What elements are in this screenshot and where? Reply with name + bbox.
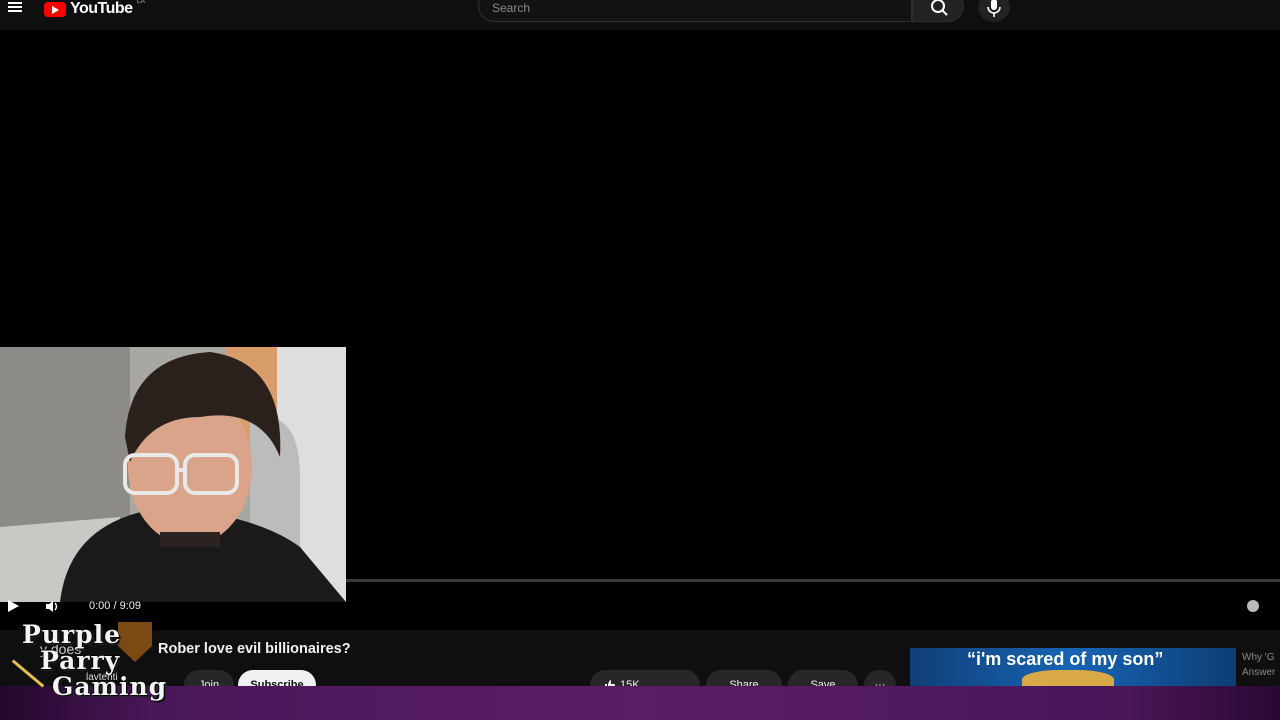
settings-icon[interactable]	[1247, 600, 1259, 612]
channel-handle: lavtenti	[86, 672, 118, 683]
recommended-video-title[interactable]: Why 'G Answer	[1242, 650, 1275, 680]
video-title: Rober love evil billionaires?	[158, 641, 351, 657]
recommended-title-line2: Answer	[1242, 667, 1276, 678]
youtube-play-icon	[44, 1, 66, 17]
stream-overlay-band	[0, 686, 1280, 720]
logo-text: YouTube	[70, 0, 133, 17]
search-button[interactable]	[912, 0, 964, 22]
progress-bar[interactable]	[346, 579, 1280, 582]
search-input[interactable]: Search	[478, 0, 912, 22]
voice-search-button[interactable]	[978, 0, 1010, 22]
country-code: CA	[136, 0, 145, 5]
play-icon[interactable]	[8, 600, 19, 612]
overlay-line2: Parry	[40, 646, 121, 675]
channel-overlay-logo: Purple Parry Gaming lavtenti	[6, 620, 166, 714]
masthead: YouTube CA Search	[0, 0, 1280, 30]
streamer-webcam-image	[0, 347, 346, 602]
microphone-icon	[987, 0, 1001, 17]
menu-icon[interactable]	[8, 0, 24, 16]
thumbnail-text: “i'm scared of my son”	[967, 649, 1164, 669]
shield-icon	[118, 622, 152, 662]
player-controls: 0:00 / 9:09	[0, 595, 1280, 617]
search-placeholder: Search	[492, 1, 531, 15]
time-display: 0:00 / 9:09	[89, 600, 141, 612]
search-icon	[931, 0, 948, 16]
recommended-title-line1: Why 'G	[1242, 652, 1275, 663]
webcam-overlay	[0, 347, 346, 602]
overlay-line1: Purple	[22, 620, 122, 649]
youtube-logo[interactable]: YouTube CA	[44, 0, 145, 18]
volume-icon[interactable]	[45, 600, 59, 613]
